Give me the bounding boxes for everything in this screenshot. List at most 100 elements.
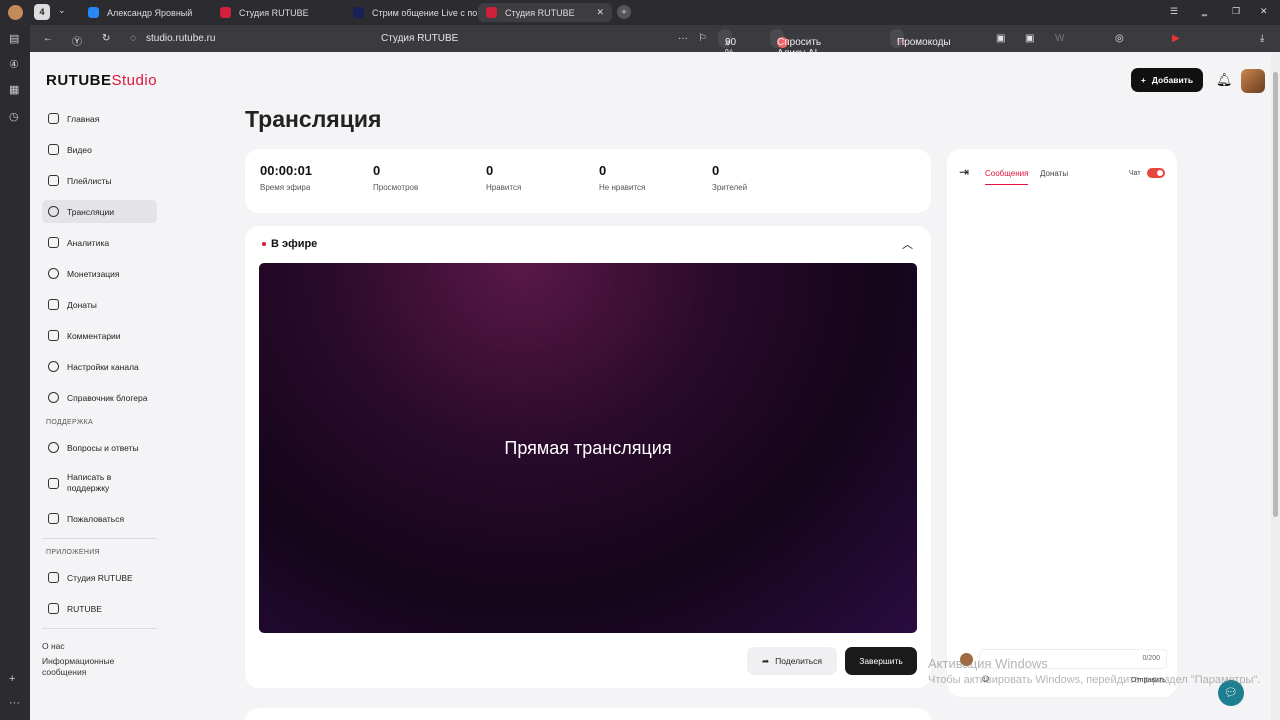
support-section-title: ПОДДЕРЖКА (46, 419, 93, 426)
browser-tab-bar: 4 ⌄ Александр Яровный Студия RUTUBE Стри… (0, 0, 1280, 25)
page-title: Трансляция (245, 106, 382, 132)
chevron-down-icon[interactable]: ⌄ (58, 5, 66, 16)
vk-icon (88, 7, 99, 18)
reload-icon[interactable]: ↻ (102, 33, 110, 44)
bookmark-icon[interactable]: ⚐ (698, 33, 707, 44)
donation-icon (48, 299, 59, 310)
tab-donations[interactable]: Донаты (1040, 169, 1068, 178)
live-status: В эфире (262, 238, 317, 250)
sidebar-item-streams[interactable]: Трансляции (42, 200, 157, 223)
video-icon (48, 144, 59, 155)
playlist-icon (48, 175, 59, 186)
studio-app-icon (48, 572, 59, 583)
stat-likes: 0 Нравится (486, 163, 522, 192)
sidebar-item-write-support[interactable]: Написать в поддержку (42, 467, 157, 499)
studio-page: RUTUBEStudio Главная Видео Плейлисты Тра… (30, 52, 1280, 720)
yandex-icon[interactable]: Ⓨ (72, 33, 82, 48)
url-input[interactable]: studio.rutube.ru (146, 33, 216, 44)
footer-about-link[interactable]: О нас (42, 635, 157, 651)
send-button[interactable]: Отправить (1131, 677, 1166, 684)
extension-icon[interactable]: ◎ (1115, 33, 1124, 44)
promo-button[interactable]: % Промокоды (890, 29, 951, 48)
chat-toggle-row: Чат (1129, 168, 1165, 178)
emoji-icon[interactable]: ☺ (980, 673, 991, 685)
tabs-icon[interactable]: ▤ (9, 32, 19, 45)
profile-icon[interactable] (8, 5, 23, 20)
help-chat-button[interactable]: 💬︎ (1218, 680, 1244, 706)
extension-icon[interactable]: ▣ (996, 33, 1005, 44)
close-window-icon[interactable]: ✕ (1260, 6, 1268, 17)
sidebar-item-guide[interactable]: Справочник блогера (42, 386, 157, 409)
shield-icon: ◌ (130, 33, 136, 44)
browser-sidepanel: ▤ ④ ▦ ◷ + ··· (0, 25, 30, 720)
plus-icon: + (1140, 75, 1146, 85)
divider (42, 628, 157, 629)
tab-counter[interactable]: 4 (34, 4, 50, 20)
add-icon[interactable]: + (9, 673, 15, 685)
tab-stream[interactable]: Стрим общение Live с по (345, 3, 485, 22)
close-icon[interactable]: ✕ (596, 7, 604, 18)
tab-studio-active[interactable]: Студия RUTUBE ✕ (478, 3, 612, 22)
extension-icon[interactable]: ▣ (1025, 33, 1034, 44)
live-dot-icon (262, 242, 266, 246)
message-input[interactable]: 0/200 (979, 649, 1167, 669)
download-icon[interactable]: ⤓ (1260, 33, 1264, 44)
stat-airtime: 00:00:01 Время эфира (260, 163, 313, 192)
chat-panel: ⇥ Сообщения Донаты Чат 0/200 ☺ Отправить (947, 149, 1177, 697)
sidebar-item-settings[interactable]: Настройки канала (42, 355, 157, 378)
live-card: В эфире ︿ Прямая трансляция ➦ Поделиться … (245, 226, 931, 688)
stat-viewers: 0 Зрителей (712, 163, 748, 192)
scrollbar-thumb[interactable] (1273, 72, 1278, 517)
restore-icon[interactable]: ❐ (1232, 6, 1240, 17)
zoom-button[interactable]: ⌕90 % (718, 29, 736, 59)
finish-button[interactable]: Завершить (845, 647, 917, 675)
sidebar-item-comments[interactable]: Комментарии (42, 324, 157, 347)
rutube-app-icon (48, 603, 59, 614)
share-button[interactable]: ➦ Поделиться (747, 647, 837, 675)
footer-info-link[interactable]: Информационные сообщения (42, 651, 122, 678)
add-button[interactable]: + Добавить (1131, 68, 1203, 92)
sidebar-item-donations[interactable]: Донаты (42, 293, 157, 316)
sidebar-item-studio-app[interactable]: Студия RUTUBE (42, 566, 157, 589)
tab-vk[interactable]: Александр Яровный (80, 3, 200, 22)
question-icon (48, 442, 59, 453)
mail-icon (48, 477, 59, 489)
clock-icon[interactable]: ◷ (9, 110, 19, 123)
broadcast-icon (48, 206, 59, 217)
rutube-icon (486, 7, 497, 18)
bell-icon[interactable]: 🔔︎ (1216, 72, 1233, 88)
minimize-icon[interactable]: ‗ (1202, 6, 1207, 16)
avatar[interactable] (1241, 69, 1265, 93)
sidebar-item-video[interactable]: Видео (42, 138, 157, 161)
sidebar-item-analytics[interactable]: Аналитика (42, 231, 157, 254)
collapse-chevron-icon[interactable]: ︿ (902, 236, 913, 252)
sidebar-item-home[interactable]: Главная (42, 107, 157, 130)
chat-toggle[interactable] (1146, 168, 1165, 178)
scrollbar[interactable] (1271, 52, 1280, 720)
tab-studio-1[interactable]: Студия RUTUBE (212, 3, 317, 22)
history-icon[interactable]: ▦ (9, 83, 19, 96)
extension-icon[interactable]: W (1055, 33, 1064, 44)
sidebar-item-monetization[interactable]: Монетизация (42, 262, 157, 285)
alice-button[interactable]: Спросить Алису AI (770, 29, 821, 59)
more-icon[interactable]: ··· (9, 697, 20, 709)
rutube-icon (353, 7, 364, 18)
video-preview[interactable]: Прямая трансляция (259, 263, 917, 633)
back-icon[interactable]: ← (43, 33, 53, 44)
more-icon[interactable]: ··· (678, 33, 688, 44)
new-tab-button[interactable]: + (617, 5, 631, 19)
gear-icon (48, 361, 59, 372)
sidebar-item-rutube-app[interactable]: RUTUBE (42, 597, 157, 620)
sidebar-item-report[interactable]: Пожаловаться (42, 507, 157, 530)
rutube-studio-logo[interactable]: RUTUBEStudio (46, 72, 157, 89)
rutube-icon (220, 7, 231, 18)
tab-messages[interactable]: Сообщения (985, 169, 1029, 185)
apps-section-title: ПРИЛОЖЕНИЯ (46, 549, 100, 556)
collapse-panel-icon[interactable]: ⇥ (959, 165, 969, 179)
youtube-icon[interactable]: ▶ (1172, 33, 1180, 44)
counter-icon[interactable]: ④ (9, 58, 19, 71)
sidebar-item-playlists[interactable]: Плейлисты (42, 169, 157, 192)
sidebar-item-faq[interactable]: Вопросы и ответы (42, 436, 157, 459)
menu-icon[interactable]: ☰ (1170, 6, 1178, 17)
info-icon (48, 392, 59, 403)
